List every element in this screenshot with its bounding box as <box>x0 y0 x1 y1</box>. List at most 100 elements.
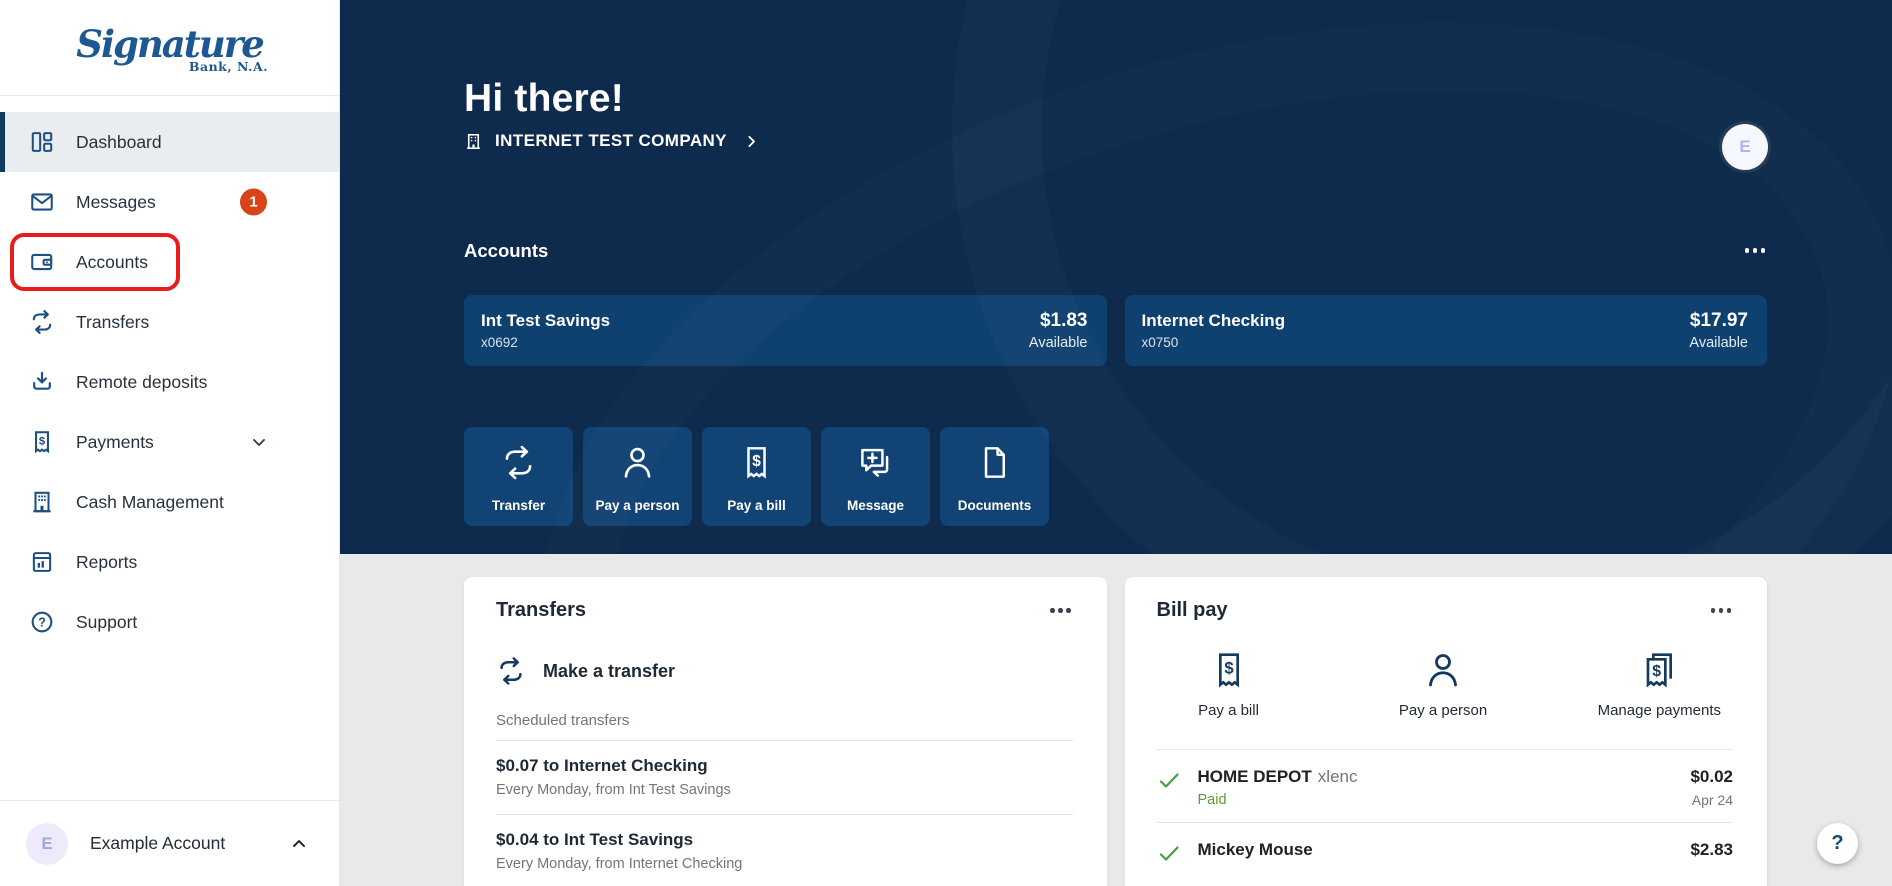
transfer-row-subtitle: Every Monday, from Int Test Savings <box>496 782 731 798</box>
payment-row[interactable]: Mickey Mouse $2.83 <box>1156 822 1733 879</box>
sidebar-item-label: Accounts <box>76 251 148 272</box>
main-area: Hi there! INTERNET TEST COMPANY E Accoun… <box>340 0 1892 886</box>
billpay-payments-list: HOME DEPOT xlenc Paid $0.02 Apr 24 Micke… <box>1156 750 1733 879</box>
sidebar-nav: Dashboard Messages 1 Accounts Transfers … <box>0 96 339 800</box>
double-receipt-dollar-icon: $ <box>1639 650 1679 690</box>
receipt-dollar-icon: $ <box>738 444 775 481</box>
sidebar-item-label: Transfers <box>76 311 150 332</box>
receipt-dollar-icon: $ <box>1209 650 1249 690</box>
transfer-arrows-icon <box>496 656 526 686</box>
svg-text:$: $ <box>1224 659 1234 678</box>
help-circle-icon: ? <box>28 609 55 636</box>
payment-status: Paid <box>1197 792 1227 808</box>
widgets-row: Transfers Make a transfer Scheduled tran… <box>340 554 1892 886</box>
remote-deposit-icon <box>28 369 55 396</box>
sidebar-item-remote-deposits[interactable]: Remote deposits <box>0 352 339 412</box>
sidebar-item-label: Dashboard <box>76 131 162 152</box>
user-avatar[interactable]: E <box>1722 124 1768 170</box>
company-selector[interactable]: INTERNET TEST COMPANY <box>464 131 760 151</box>
scheduled-transfer-row[interactable]: $0.07 to Internet Checking Every Monday,… <box>496 741 1073 815</box>
sidebar-item-cash-management[interactable]: Cash Management <box>0 472 339 532</box>
chevron-down-icon[interactable] <box>249 432 269 452</box>
account-avatar: E <box>26 822 68 865</box>
billpay-action-manage-payments[interactable]: $ Manage payments <box>1598 650 1721 719</box>
quick-action-documents[interactable]: Documents <box>940 426 1049 526</box>
transfers-widget: Transfers Make a transfer Scheduled tran… <box>464 577 1107 886</box>
billpay-action-label: Pay a bill <box>1198 702 1259 719</box>
svg-text:$: $ <box>752 452 761 469</box>
transfers-widget-title: Transfers <box>496 599 587 621</box>
person-icon <box>619 444 656 481</box>
greeting-title: Hi there! <box>464 77 624 120</box>
sidebar-item-label: Cash Management <box>76 491 224 512</box>
sidebar-item-support[interactable]: ? Support <box>0 592 339 652</box>
transfers-menu-ellipsis-icon[interactable] <box>1048 602 1073 619</box>
sidebar-item-label: Support <box>76 611 138 632</box>
account-switcher[interactable]: E Example Account <box>0 800 339 886</box>
receipt-dollar-icon: $ <box>28 429 55 456</box>
transfer-row-subtitle: Every Monday, from Internet Checking <box>496 856 743 872</box>
accounts-title: Accounts <box>464 239 549 261</box>
sidebar-item-messages[interactable]: Messages 1 <box>0 172 339 232</box>
payment-amount: $2.83 <box>1690 840 1733 859</box>
check-icon <box>1157 841 1181 865</box>
account-name: Int Test Savings <box>481 310 611 330</box>
billpay-widget-title: Bill pay <box>1156 599 1228 621</box>
sidebar-item-label: Payments <box>76 431 154 452</box>
billpay-actions-row: $ Pay a bill Pay a person $ Manage payme… <box>1157 650 1734 719</box>
payment-amount: $0.02 <box>1690 767 1733 786</box>
bank-logo-name: Signature <box>76 21 265 66</box>
billpay-menu-ellipsis-icon[interactable] <box>1709 602 1734 619</box>
sidebar-item-transfers[interactable]: Transfers <box>0 292 339 352</box>
quick-action-label: Pay a person <box>595 497 680 513</box>
quick-action-message[interactable]: Message <box>821 426 930 526</box>
building-icon <box>28 489 55 516</box>
company-name: INTERNET TEST COMPANY <box>495 131 727 150</box>
quick-action-transfer[interactable]: Transfer <box>464 426 573 526</box>
accounts-menu-ellipsis-icon[interactable] <box>1743 242 1768 259</box>
billpay-widget: Bill pay $ Pay a bill Pay a person $ Man… <box>1124 577 1767 886</box>
help-button[interactable]: ? <box>1817 823 1858 864</box>
sidebar-item-label: Remote deposits <box>76 371 208 392</box>
account-card-int-test-savings[interactable]: Int Test Savings x0692 $1.83 Available <box>464 294 1107 366</box>
billpay-action-pay-a-bill[interactable]: $ Pay a bill <box>1169 650 1289 719</box>
quick-action-pay-a-person[interactable]: Pay a person <box>583 426 692 526</box>
quick-action-label: Transfer <box>491 497 546 513</box>
account-balance: $17.97 <box>1689 309 1748 331</box>
make-a-transfer-label: Make a transfer <box>543 660 676 681</box>
account-balance-label: Available <box>1028 334 1088 351</box>
account-number: x0750 <box>1141 334 1179 350</box>
sidebar-item-label: Reports <box>76 551 138 572</box>
quick-action-pay-a-bill[interactable]: $ Pay a bill <box>702 426 811 526</box>
billpay-action-pay-a-person[interactable]: Pay a person <box>1383 650 1503 719</box>
sidebar-item-payments[interactable]: $ Payments <box>0 412 339 472</box>
svg-text:?: ? <box>38 615 46 629</box>
sidebar-item-accounts[interactable]: Accounts <box>0 232 339 292</box>
app-root: Signature Bank, N.A. Dashboard Messages … <box>0 0 1892 886</box>
payee-name: HOME DEPOT xlenc <box>1197 767 1358 786</box>
make-a-transfer-button[interactable]: Make a transfer <box>496 656 1073 686</box>
bank-logo: Signature Bank, N.A. <box>0 0 339 96</box>
scheduled-transfer-row[interactable]: $0.04 to Int Test Savings Every Monday, … <box>496 815 1073 886</box>
billpay-action-label: Pay a person <box>1398 702 1488 719</box>
messages-unread-badge: 1 <box>240 188 267 216</box>
account-card-internet-checking[interactable]: Internet Checking x0750 $17.97 Available <box>1124 294 1767 366</box>
payment-date: Apr 24 <box>1691 792 1733 808</box>
accounts-section-header: Accounts <box>464 240 1767 262</box>
svg-text:$: $ <box>1653 663 1662 680</box>
quick-action-label: Message <box>846 497 905 513</box>
mail-icon <box>28 189 55 216</box>
check-icon <box>1157 768 1181 792</box>
person-icon <box>1423 650 1463 690</box>
reports-icon <box>28 549 55 576</box>
sidebar-item-dashboard[interactable]: Dashboard <box>0 112 339 172</box>
quick-action-label: Pay a bill <box>727 497 786 513</box>
sidebar-item-reports[interactable]: Reports <box>0 532 339 592</box>
account-balance: $1.83 <box>1039 309 1088 331</box>
transfer-row-title: $0.07 to Internet Checking <box>496 756 708 775</box>
payment-row[interactable]: HOME DEPOT xlenc Paid $0.02 Apr 24 <box>1157 750 1733 822</box>
scheduled-transfers-label: Scheduled transfers <box>496 712 1073 741</box>
quick-actions-row: Transfer Pay a person $ Pay a bill Messa… <box>464 426 1767 526</box>
wallet-icon <box>28 249 55 276</box>
sidebar: Signature Bank, N.A. Dashboard Messages … <box>0 0 340 886</box>
